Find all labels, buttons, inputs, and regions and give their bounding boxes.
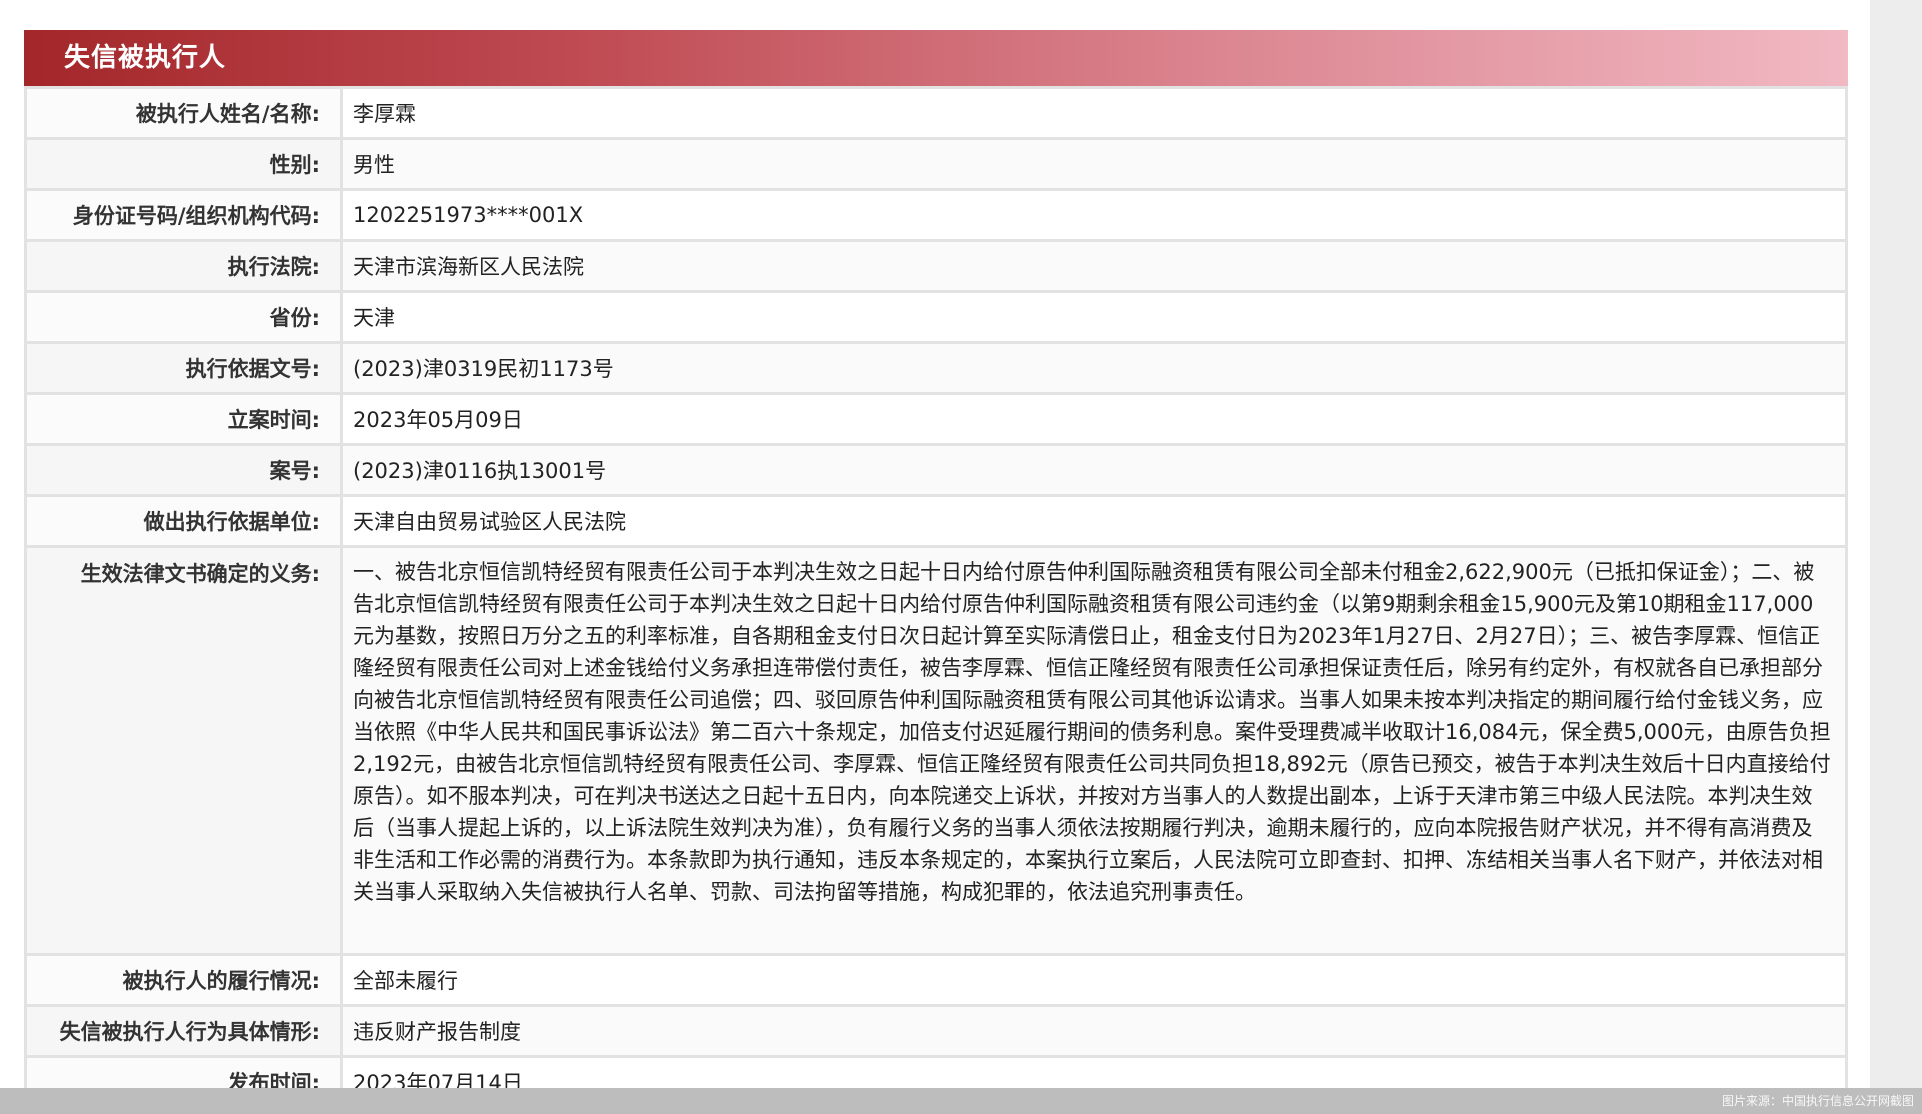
row-label-court: 执行法院: bbox=[27, 242, 343, 290]
row-value-court: 天津市滨海新区人民法院 bbox=[343, 242, 1845, 290]
table-row: 被执行人的履行情况: 全部未履行 bbox=[27, 953, 1845, 1004]
row-value-gender: 男性 bbox=[343, 140, 1845, 188]
row-value-basis-doc-no: (2023)津0319民初1173号 bbox=[343, 344, 1845, 392]
row-label-performance: 被执行人的履行情况: bbox=[27, 956, 343, 1004]
row-value-obligations: 一、被告北京恒信凯特经贸有限责任公司于本判决生效之日起十日内给付原告仲利国际融资… bbox=[343, 548, 1845, 953]
row-label-issuing-unit: 做出执行依据单位: bbox=[27, 497, 343, 545]
table-row: 性别: 男性 bbox=[27, 137, 1845, 188]
dishonest-person-panel: 失信被执行人 被执行人姓名/名称: 李厚霖 性别: 男性 身份证号码/组织机构代… bbox=[24, 30, 1848, 1109]
row-label-name: 被执行人姓名/名称: bbox=[27, 89, 343, 137]
row-value-id-number: 1202251973****001X bbox=[343, 191, 1845, 239]
row-value-case-no: (2023)津0116执13001号 bbox=[343, 446, 1845, 494]
table-row: 执行法院: 天津市滨海新区人民法院 bbox=[27, 239, 1845, 290]
row-value-name: 李厚霖 bbox=[343, 89, 1845, 137]
table-row: 身份证号码/组织机构代码: 1202251973****001X bbox=[27, 188, 1845, 239]
row-label-id-number: 身份证号码/组织机构代码: bbox=[27, 191, 343, 239]
table-row: 生效法律文书确定的义务: 一、被告北京恒信凯特经贸有限责任公司于本判决生效之日起… bbox=[27, 545, 1845, 953]
row-label-province: 省份: bbox=[27, 293, 343, 341]
row-label-gender: 性别: bbox=[27, 140, 343, 188]
table-row: 立案时间: 2023年05月09日 bbox=[27, 392, 1845, 443]
row-label-basis-doc-no: 执行依据文号: bbox=[27, 344, 343, 392]
row-label-case-no: 案号: bbox=[27, 446, 343, 494]
row-label-dishonest-conduct: 失信被执行人行为具体情形: bbox=[27, 1007, 343, 1055]
row-value-filing-date: 2023年05月09日 bbox=[343, 395, 1845, 443]
table-row: 省份: 天津 bbox=[27, 290, 1845, 341]
row-value-province: 天津 bbox=[343, 293, 1845, 341]
row-value-dishonest-conduct: 违反财产报告制度 bbox=[343, 1007, 1845, 1055]
table-row: 失信被执行人行为具体情形: 违反财产报告制度 bbox=[27, 1004, 1845, 1055]
row-value-issuing-unit: 天津自由贸易试验区人民法院 bbox=[343, 497, 1845, 545]
table-row: 案号: (2023)津0116执13001号 bbox=[27, 443, 1845, 494]
table-row: 执行依据文号: (2023)津0319民初1173号 bbox=[27, 341, 1845, 392]
table-row: 被执行人姓名/名称: 李厚霖 bbox=[27, 86, 1845, 137]
table-row: 做出执行依据单位: 天津自由贸易试验区人民法院 bbox=[27, 494, 1845, 545]
panel-title: 失信被执行人 bbox=[24, 30, 1848, 86]
row-label-obligations: 生效法律文书确定的义务: bbox=[27, 548, 343, 953]
row-value-performance: 全部未履行 bbox=[343, 956, 1845, 1004]
right-gutter bbox=[1870, 0, 1922, 1114]
bottom-strip: 图片来源：中国执行信息公开网截图 bbox=[0, 1088, 1922, 1114]
image-source-credit: 图片来源：中国执行信息公开网截图 bbox=[1721, 1094, 1914, 1108]
detail-table: 被执行人姓名/名称: 李厚霖 性别: 男性 身份证号码/组织机构代码: 1202… bbox=[24, 86, 1848, 1109]
row-label-filing-date: 立案时间: bbox=[27, 395, 343, 443]
